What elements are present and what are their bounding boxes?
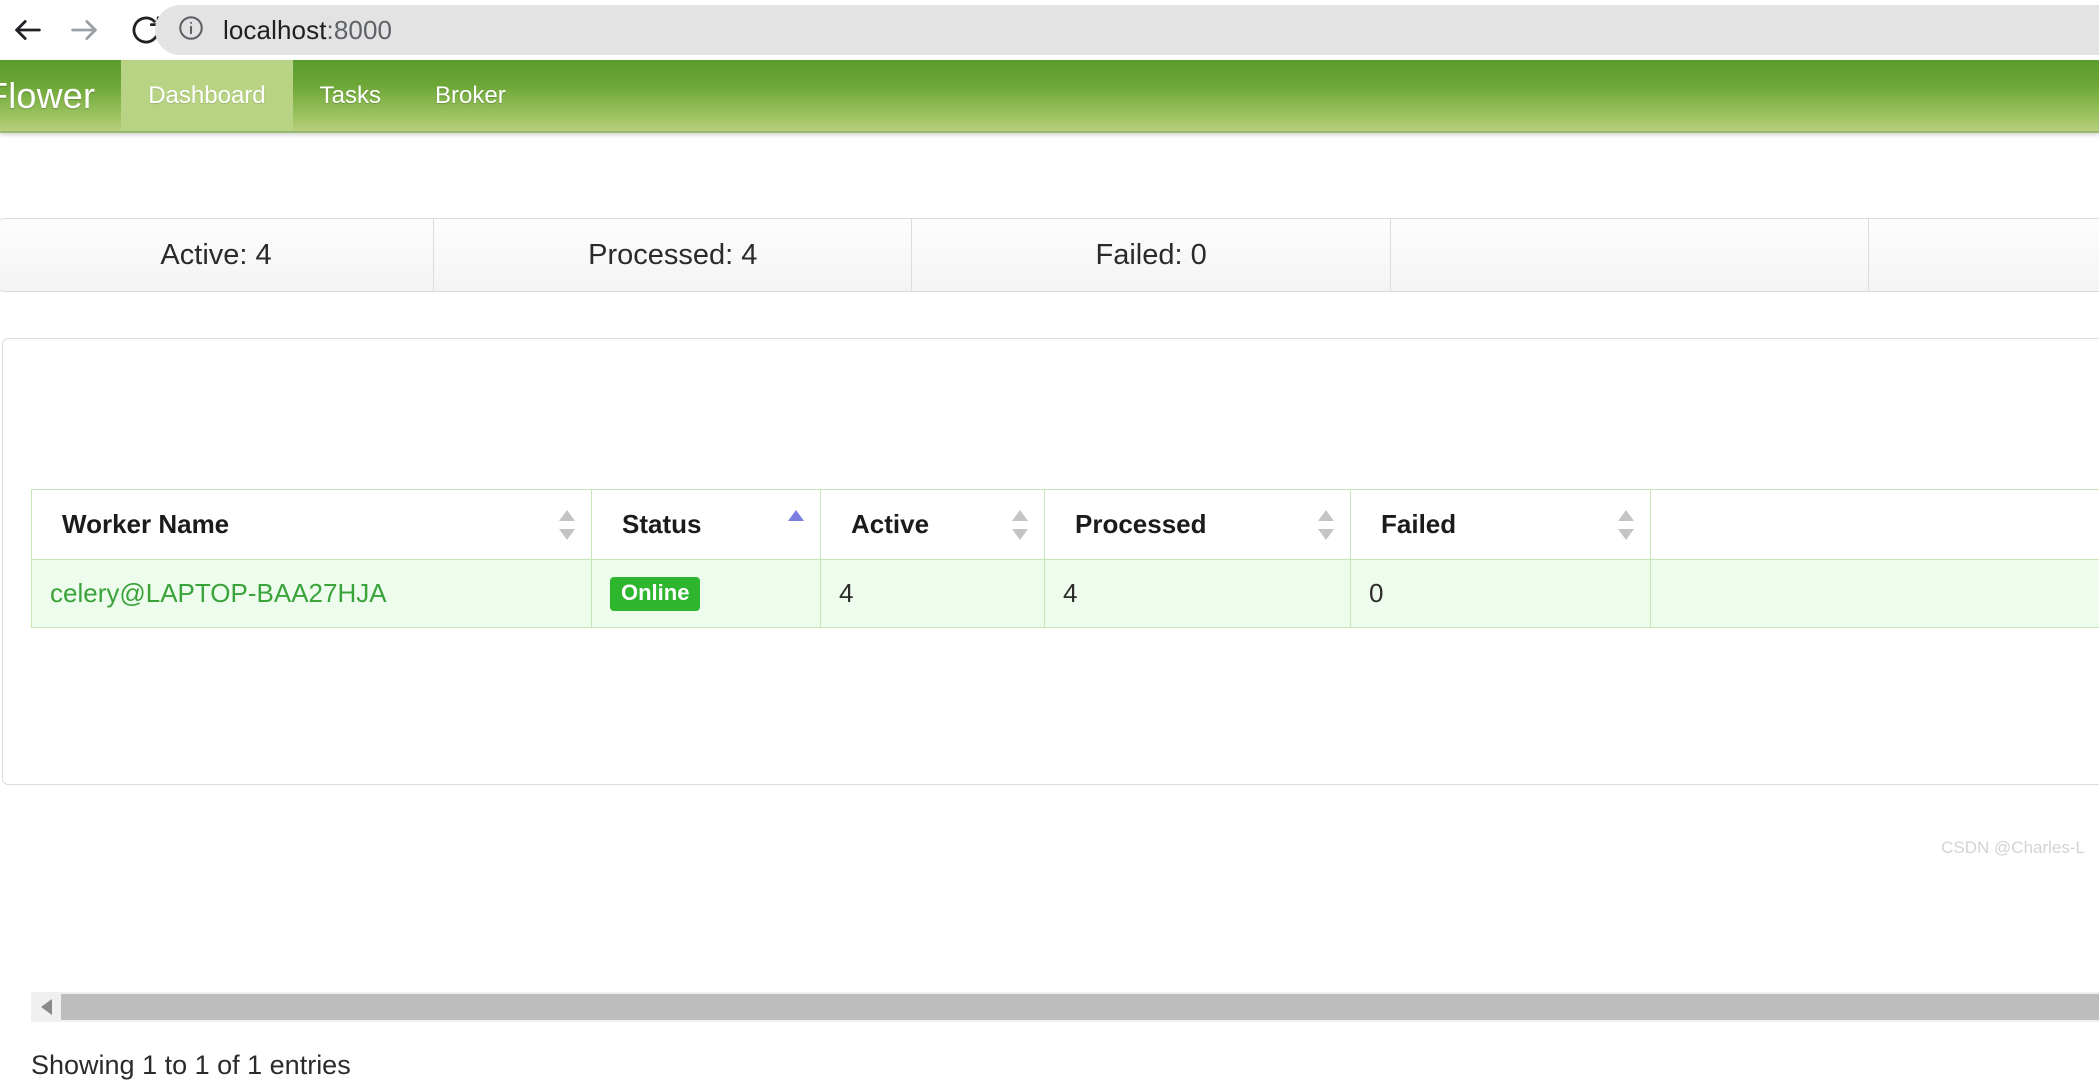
stats-row: Active: 4 Processed: 4 Failed: 0 [0, 218, 2099, 292]
column-header-worker-name[interactable]: Worker Name [32, 490, 592, 560]
column-header-processed-label: Processed [1075, 509, 1207, 539]
sort-icon-failed[interactable] [1618, 510, 1634, 540]
address-bar[interactable]: localhost:8000 [155, 5, 2099, 55]
cell-worker-name: celery@LAPTOP-BAA27HJA [32, 560, 592, 628]
column-header-failed-label: Failed [1381, 509, 1456, 539]
scroll-left-button[interactable] [31, 992, 61, 1022]
sort-icon-processed[interactable] [1318, 510, 1334, 540]
stat-box-active: Active: 4 [0, 218, 434, 292]
table-head: Worker Name Status Active [32, 490, 2099, 560]
triangle-left-icon [41, 999, 52, 1015]
stat-box-extra [1391, 218, 1869, 292]
scrollbar-thumb[interactable] [61, 994, 2099, 1020]
arrow-right-icon [67, 13, 101, 47]
workers-panel: Worker Name Status Active [2, 338, 2099, 785]
cell-overflow [1651, 560, 2099, 628]
cell-failed: 0 [1351, 560, 1651, 628]
table-row: celery@LAPTOP-BAA27HJA Online 4 4 0 [32, 560, 2099, 628]
table-header-row: Worker Name Status Active [32, 490, 2099, 560]
url-host: localhost [223, 15, 327, 45]
arrow-left-icon [11, 13, 45, 47]
table-info-text: Showing 1 to 1 of 1 entries [31, 1050, 351, 1081]
brand-logo[interactable]: Flower [0, 60, 121, 131]
cell-status: Online [592, 560, 821, 628]
stat-box-overflow [1869, 218, 2099, 292]
workers-table: Worker Name Status Active [31, 489, 2099, 628]
info-circle-icon[interactable] [177, 14, 205, 47]
flower-navbar: Flower Dashboard Tasks Broker [0, 60, 2099, 133]
cell-processed: 4 [1045, 560, 1351, 628]
sort-icon-status[interactable] [788, 510, 804, 540]
back-button[interactable] [0, 2, 56, 58]
url-port: :8000 [327, 15, 393, 45]
forward-button[interactable] [56, 2, 112, 58]
sort-icon-worker-name[interactable] [559, 510, 575, 540]
worker-name-link[interactable]: celery@LAPTOP-BAA27HJA [50, 578, 387, 608]
sort-icon-active[interactable] [1012, 510, 1028, 540]
horizontal-scrollbar[interactable] [31, 992, 2099, 1022]
status-badge: Online [610, 577, 700, 611]
watermark: CSDN @Charles-L [1941, 838, 2085, 858]
browser-chrome: localhost:8000 [0, 0, 2099, 60]
cell-active: 4 [821, 560, 1045, 628]
url-text: localhost:8000 [223, 15, 392, 46]
column-header-active-label: Active [851, 509, 929, 539]
column-header-overflow [1651, 490, 2099, 560]
nav-tab-tasks[interactable]: Tasks [293, 60, 408, 131]
column-header-active[interactable]: Active [821, 490, 1045, 560]
workers-table-container: Worker Name Status Active [31, 489, 2099, 628]
column-header-status-label: Status [622, 509, 701, 539]
column-header-status[interactable]: Status [592, 490, 821, 560]
stat-box-failed: Failed: 0 [912, 218, 1390, 292]
nav-tabs: Dashboard Tasks Broker [121, 60, 532, 131]
nav-tab-dashboard[interactable]: Dashboard [121, 60, 292, 131]
nav-tab-broker[interactable]: Broker [408, 60, 533, 131]
table-body: celery@LAPTOP-BAA27HJA Online 4 4 0 [32, 560, 2099, 628]
column-header-worker-name-label: Worker Name [62, 509, 229, 539]
column-header-failed[interactable]: Failed [1351, 490, 1651, 560]
column-header-processed[interactable]: Processed [1045, 490, 1351, 560]
stat-box-processed: Processed: 4 [434, 218, 912, 292]
